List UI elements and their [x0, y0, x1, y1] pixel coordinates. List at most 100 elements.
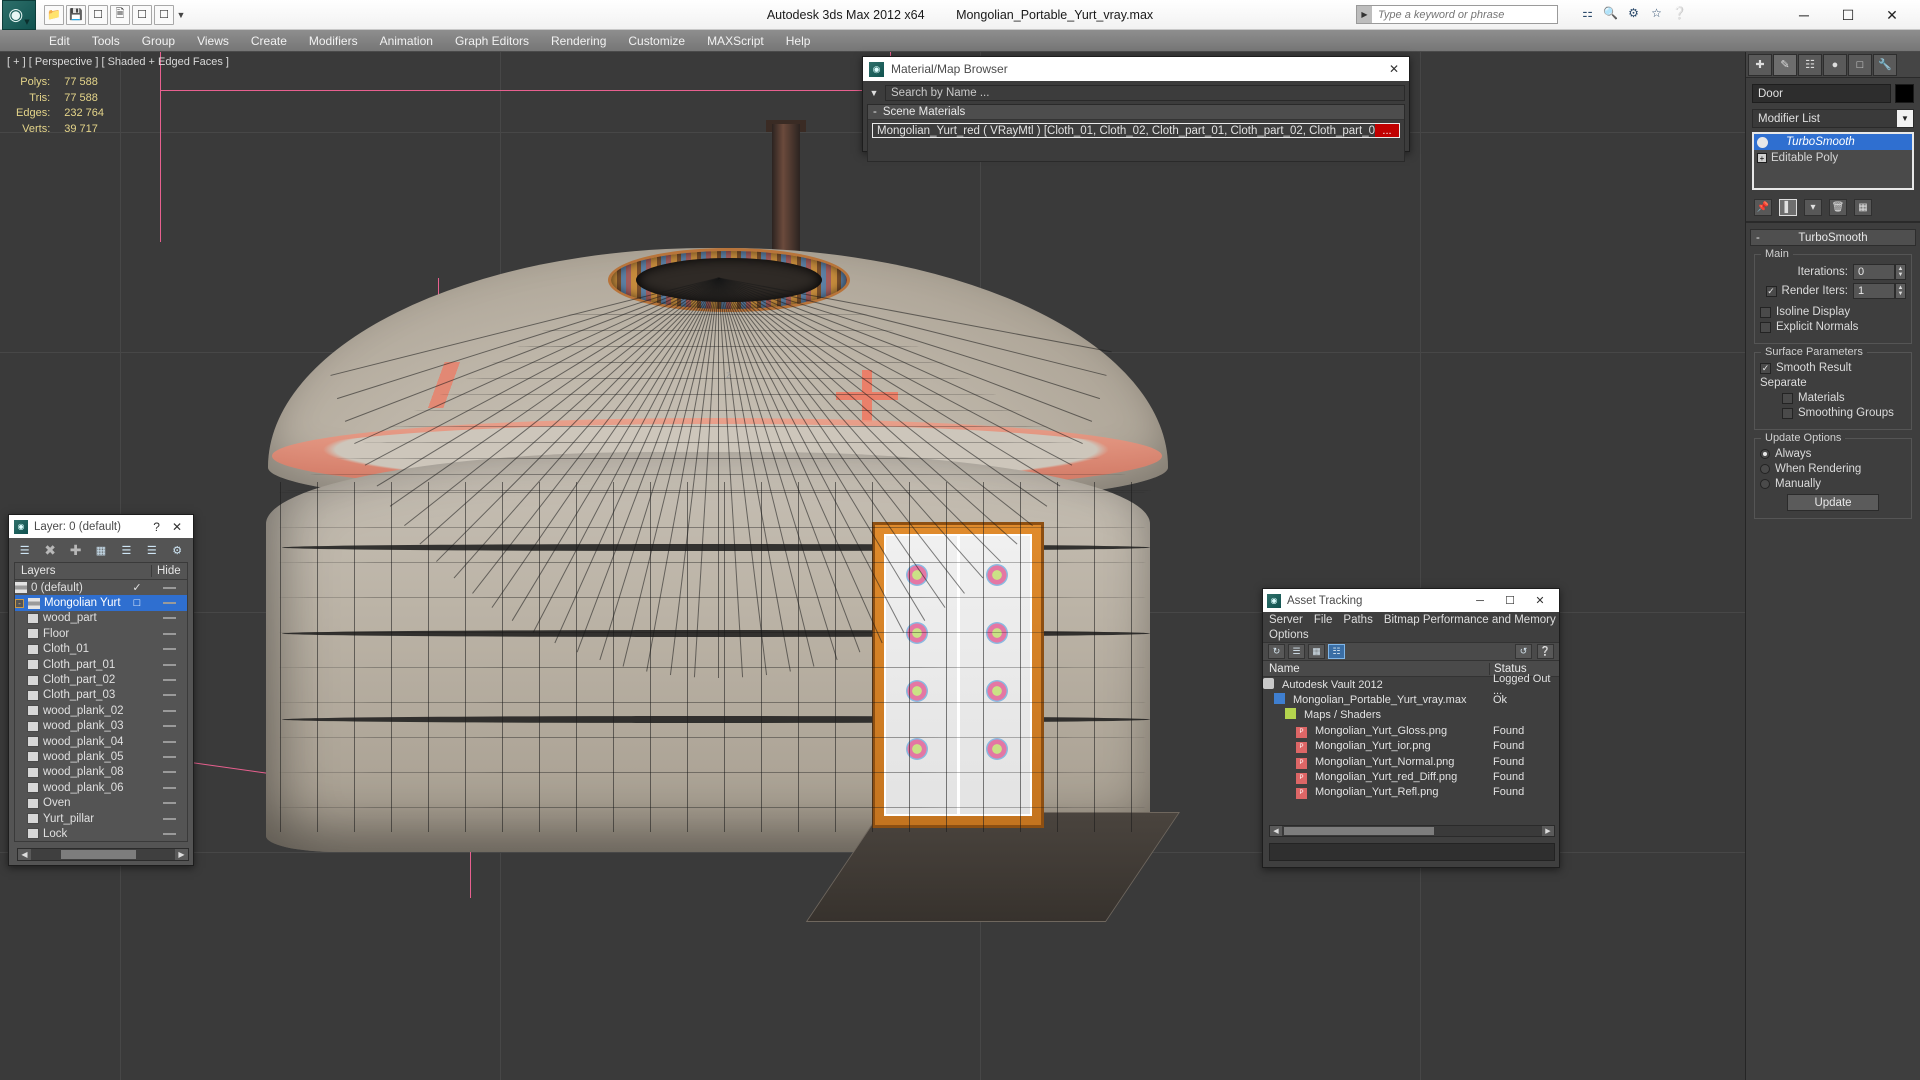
at-row[interactable]: P Mongolian_Yurt_red_Diff.png Found — [1263, 769, 1559, 785]
delete-layer-icon[interactable]: ✖ — [43, 542, 56, 558]
scene-materials-group[interactable]: - Scene Materials — [868, 105, 1404, 120]
isoline-checkbox[interactable] — [1760, 306, 1771, 318]
render-iters-spin-buttons[interactable]: ▲ ▼ — [1895, 283, 1906, 299]
new-icon[interactable]: ☐ — [132, 4, 152, 25]
layer-row[interactable]: Oven — [15, 795, 187, 810]
menu-item-group[interactable]: Group — [131, 32, 186, 50]
select-highlighted-icon[interactable]: ☰ — [120, 543, 133, 558]
create-tab[interactable]: ✚ — [1748, 53, 1772, 76]
rollout-title[interactable]: - TurboSmooth — [1750, 229, 1916, 246]
qat-dropdown-icon[interactable]: ▼ — [176, 10, 186, 20]
at-list-body[interactable]: Autodesk Vault 2012 Logged Out ... Mongoli… — [1263, 673, 1559, 800]
render-iters-stepper[interactable]: ▲▼ — [1853, 283, 1906, 299]
layer-row[interactable]: Cloth_part_03 — [15, 688, 187, 703]
update-mode-always[interactable]: Always — [1760, 448, 1906, 460]
undo-icon[interactable]: ☐ — [88, 4, 108, 25]
layer-hide-toggle[interactable] — [151, 709, 187, 712]
add-layer-icon[interactable]: ✚ — [69, 542, 82, 558]
update-mode-when-rendering[interactable]: When Rendering — [1760, 463, 1906, 475]
smoothing-groups-row[interactable]: Smoothing Groups — [1760, 407, 1906, 419]
mmb-search-input[interactable]: Search by Name ... — [885, 85, 1405, 101]
menu-item-tools[interactable]: Tools — [81, 32, 131, 50]
filter-funnel-icon[interactable]: ▼ — [867, 86, 881, 100]
plus-icon[interactable]: + — [1757, 153, 1767, 163]
command-panel[interactable]: ✚ ✎ ☷ ● □ 🔧 Door Modifier List ▼ TurboSm… — [1745, 52, 1920, 1080]
new-layer-icon[interactable]: ☰ — [18, 543, 31, 558]
layer-row[interactable]: wood_plank_08 — [15, 765, 187, 780]
at-hscrollbar[interactable]: ◀ ▶ — [1269, 825, 1555, 837]
layer-hide-toggle[interactable] — [151, 755, 187, 758]
materials-checkbox[interactable] — [1782, 392, 1793, 404]
scroll-right-icon[interactable]: ▶ — [1542, 826, 1554, 836]
menu-item-views[interactable]: Views — [186, 32, 240, 50]
pin-stack-icon[interactable]: 📌 — [1754, 199, 1772, 216]
layer-row[interactable]: wood_plank_06 — [15, 780, 187, 795]
scroll-left-icon[interactable]: ◀ — [1270, 826, 1282, 836]
at-menu-file[interactable]: File — [1314, 614, 1333, 626]
modifier-stack-item-editable-poly[interactable]: + Editable Poly — [1754, 150, 1912, 166]
menu-item-help[interactable]: Help — [775, 32, 822, 50]
layer-hide-toggle[interactable] — [151, 586, 187, 589]
logo-dropdown-icon[interactable]: ▼ — [24, 18, 29, 26]
remove-modifier-icon[interactable]: 🗑 — [1829, 199, 1847, 216]
layer-row[interactable]: wood_part — [15, 611, 187, 626]
make-unique-icon[interactable]: ▾ — [1804, 199, 1822, 216]
at-menu-server[interactable]: Server — [1269, 614, 1303, 626]
layer-hide-toggle[interactable] — [151, 679, 187, 682]
layer-help-icon[interactable]: ? — [147, 520, 166, 534]
mmb-close-icon[interactable]: ✕ — [1385, 62, 1403, 76]
menu-item-modifiers[interactable]: Modifiers — [298, 32, 369, 50]
iterations-input[interactable] — [1853, 264, 1895, 280]
redo-icon[interactable]: 🗎 — [110, 4, 130, 25]
at-row[interactable]: P Mongolian_Yurt_Refl.png Found — [1263, 785, 1559, 800]
help-icon[interactable]: ❔ — [1671, 4, 1688, 21]
close-button[interactable]: ✕ — [1870, 1, 1914, 29]
menu-item-create[interactable]: Create — [240, 32, 298, 50]
layer-row[interactable]: Lock — [15, 826, 187, 841]
refresh-icon[interactable]: ↻ — [1268, 644, 1285, 659]
layer-list[interactable]: Layers Hide 0 (default) ✓ - Mongolian Yurt □… — [14, 562, 188, 842]
motion-tab[interactable]: ● — [1823, 53, 1847, 76]
show-end-result-icon[interactable]: ▌ — [1779, 199, 1797, 216]
layer-hide-toggle[interactable] — [151, 771, 187, 774]
manually-radio[interactable] — [1760, 479, 1770, 489]
group-expander-icon[interactable]: - — [873, 106, 877, 118]
scroll-right-icon[interactable]: ▶ — [175, 849, 188, 860]
menu-item-animation[interactable]: Animation — [369, 32, 444, 50]
subscription-icon[interactable]: ⚙ — [1625, 4, 1642, 21]
layer-row[interactable]: Cloth_01 — [15, 642, 187, 657]
layer-hide-toggle[interactable] — [151, 740, 187, 743]
layer-hide-toggle[interactable] — [151, 832, 187, 835]
at-row[interactable]: Autodesk Vault 2012 Logged Out ... — [1263, 673, 1559, 697]
scroll-thumb[interactable] — [61, 850, 136, 859]
modifier-stack-item-turbosmooth[interactable]: TurboSmooth — [1754, 134, 1912, 150]
rollout-expander-icon[interactable]: - — [1756, 232, 1760, 244]
layer-hide-toggle[interactable] — [151, 725, 187, 728]
layer-hide-toggle[interactable] — [151, 663, 187, 666]
object-name-field[interactable]: Door — [1752, 84, 1891, 103]
at-row[interactable]: P Mongolian_Yurt_Normal.png Found — [1263, 754, 1559, 769]
layer-hide-toggle[interactable] — [151, 617, 187, 620]
when-rendering-radio[interactable] — [1760, 464, 1770, 474]
menu-item-edit[interactable]: Edit — [38, 32, 81, 50]
layer-hide-toggle[interactable] — [151, 648, 187, 651]
update-mode-manually[interactable]: Manually — [1760, 478, 1906, 490]
layer-row[interactable]: Cloth_part_01 — [15, 657, 187, 672]
isoline-row[interactable]: Isoline Display — [1760, 306, 1906, 318]
layer-hscrollbar[interactable]: ◀ ▶ — [17, 848, 189, 861]
layer-hide-toggle[interactable] — [151, 817, 187, 820]
at-menu-paths[interactable]: Paths — [1343, 614, 1372, 626]
layer-hide-toggle[interactable] — [151, 694, 187, 697]
communication-center-icon[interactable]: ⚏ — [1579, 4, 1596, 21]
smooth-result-checkbox[interactable]: ✓ — [1760, 362, 1771, 374]
at-menu-bitmap-performance-and-memory[interactable]: Bitmap Performance and Memory — [1384, 614, 1556, 626]
layer-visibility-toggle[interactable]: ✓ — [123, 581, 151, 594]
open-icon[interactable]: 📁 — [44, 4, 64, 25]
layer-row[interactable]: Floor — [15, 626, 187, 641]
at-minimize-button[interactable]: ─ — [1465, 590, 1495, 611]
at-close-button[interactable]: ✕ — [1525, 590, 1555, 611]
layer-hide-toggle[interactable] — [151, 632, 187, 635]
explicit-normals-row[interactable]: Explicit Normals — [1760, 321, 1906, 333]
menu-item-graph-editors[interactable]: Graph Editors — [444, 32, 540, 50]
menu-item-rendering[interactable]: Rendering — [540, 32, 617, 50]
